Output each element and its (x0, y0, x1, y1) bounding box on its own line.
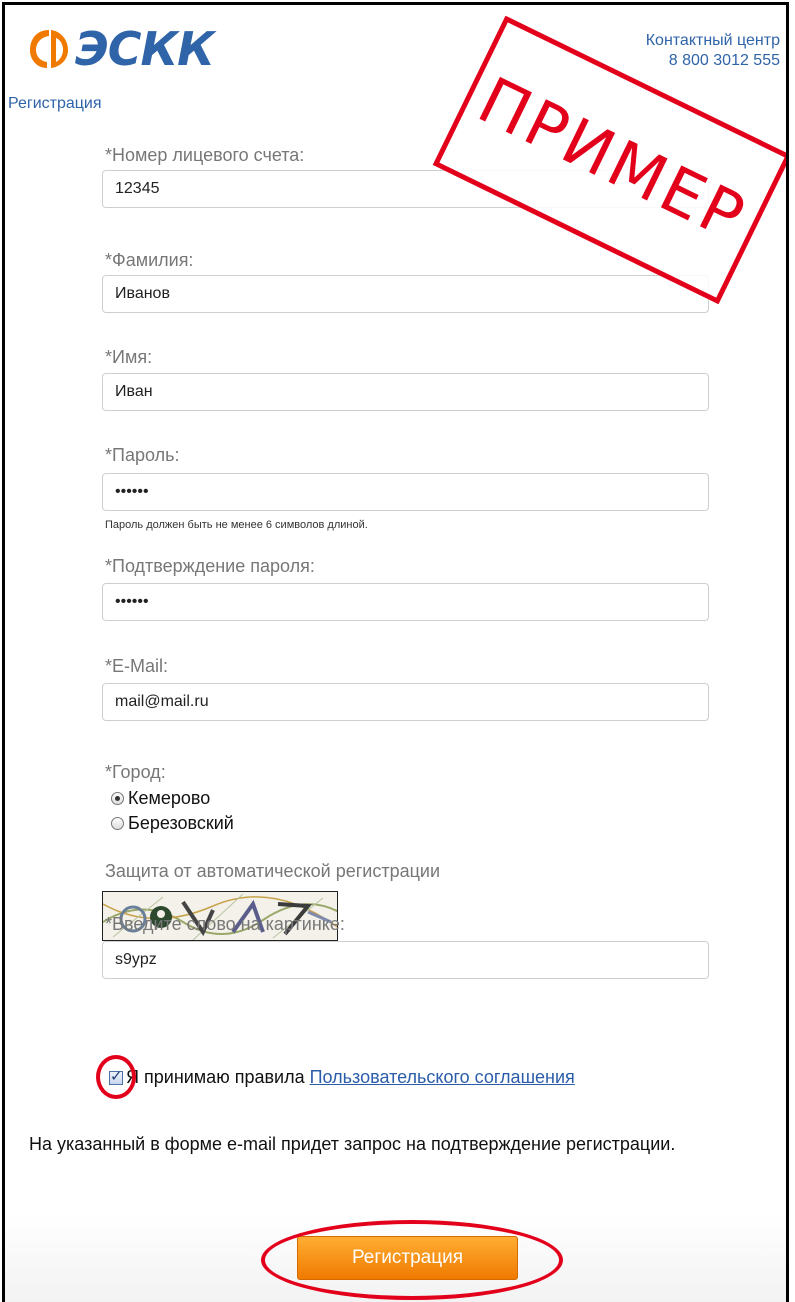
city-option-kemerovo[interactable]: Кемерово (111, 788, 210, 809)
password-label: *Пароль: (105, 445, 180, 465)
city-label: *Город: (105, 762, 166, 782)
radio-label: Березовский (128, 813, 234, 833)
register-button[interactable]: Регистрация (297, 1236, 518, 1280)
agree-text: Я принимаю правила (126, 1067, 305, 1087)
agree-checkbox[interactable]: ✓ (109, 1067, 123, 1085)
radio-button[interactable] (111, 792, 124, 805)
radio-label: Кемерово (128, 788, 211, 808)
name-label: *Имя: (105, 347, 153, 367)
captcha-input-label: *Введите слово на картинке: (105, 914, 345, 934)
captcha-title: Защита от автоматической регистрации (105, 861, 441, 881)
password-confirm-label: *Подтверждение пароля: (105, 556, 315, 576)
contact-info: Контактный центр 8 800 3012 555 (646, 31, 780, 71)
email-label: *E-Mail: (105, 656, 169, 676)
name-input[interactable] (102, 373, 709, 411)
radio-button[interactable] (111, 817, 124, 830)
checkmark-icon: ✓ (110, 1067, 123, 1085)
email-input[interactable] (102, 683, 709, 721)
contact-phone: 8 800 3012 555 (668, 52, 780, 69)
logo-text: ЭСКК (75, 22, 215, 76)
password-confirm-input[interactable] (102, 583, 709, 621)
user-agreement-link[interactable]: Пользовательского соглашения (310, 1067, 575, 1088)
registration-window: ЭСКК Регистрация Контактный центр 8 800 … (2, 2, 789, 1302)
logo: ЭСКК (27, 22, 215, 76)
agreement-row: ✓ Я принимаю правила Пользовательского с… (109, 1067, 575, 1088)
logo-icon (30, 30, 68, 68)
contact-title: Контактный центр (645, 32, 780, 49)
password-input[interactable] (102, 473, 709, 511)
password-hint: Пароль должен быть не менее 6 символов д… (105, 519, 368, 531)
surname-label: *Фамилия: (105, 250, 194, 270)
city-option-berezovsky[interactable]: Березовский (111, 813, 234, 834)
page-title: Регистрация (8, 95, 102, 112)
surname-input[interactable] (102, 275, 709, 313)
confirmation-notice: На указанный в форме e-mail придет запро… (29, 1134, 676, 1154)
account-label: *Номер лицевого счета: (105, 145, 305, 165)
captcha-input[interactable] (102, 941, 709, 979)
